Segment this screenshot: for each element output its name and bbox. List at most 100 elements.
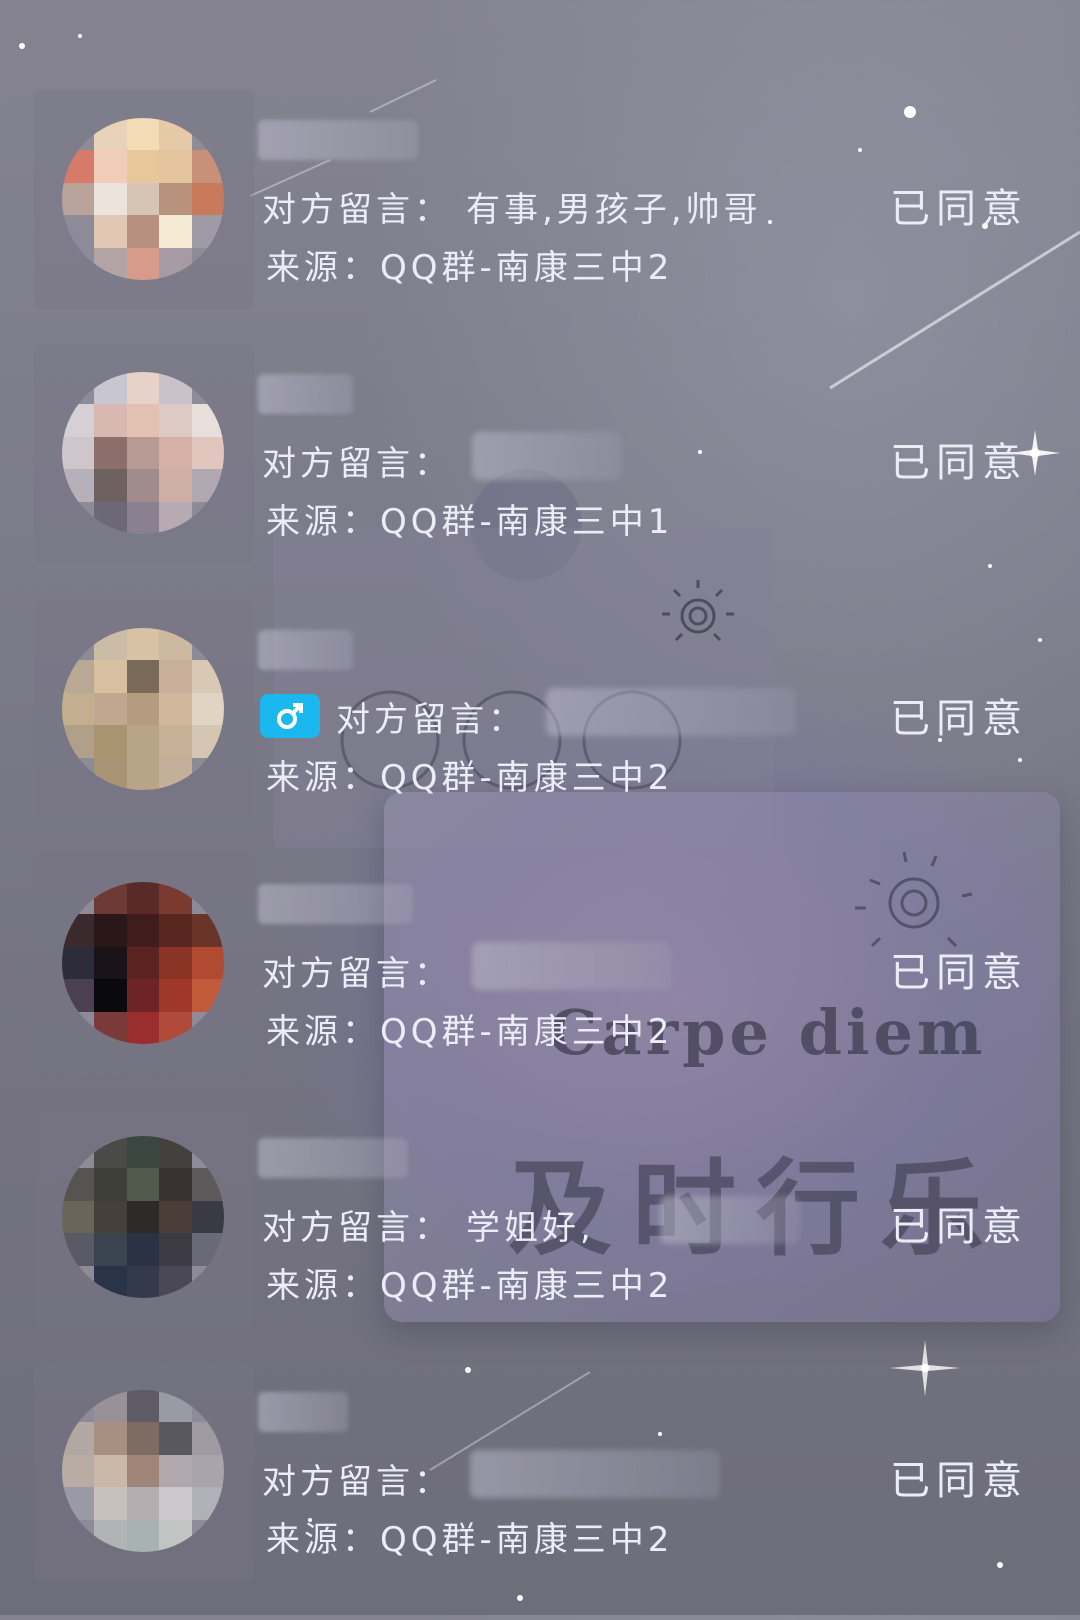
avatar-pixel bbox=[159, 1454, 192, 1488]
avatar[interactable] bbox=[62, 1136, 224, 1298]
nickname-redacted bbox=[258, 120, 418, 160]
message-line: 对方留言： bbox=[262, 946, 466, 995]
avatar-pixel bbox=[94, 725, 127, 758]
request-row[interactable]: 对方留言： 来源：QQ群-南康三中2 已同意 bbox=[0, 600, 1080, 858]
avatar[interactable] bbox=[62, 882, 224, 1044]
avatar-pixel bbox=[94, 914, 127, 947]
avatar[interactable] bbox=[62, 628, 224, 790]
avatar[interactable] bbox=[62, 372, 224, 534]
avatar-pixel bbox=[126, 660, 160, 693]
avatar-pixel bbox=[159, 469, 192, 502]
avatar-pixel bbox=[191, 436, 224, 470]
avatar-pixel bbox=[126, 1390, 160, 1423]
message-line: 对方留言： bbox=[262, 436, 466, 485]
avatar-pixel bbox=[94, 1233, 127, 1266]
request-row[interactable]: 对方留言： 来源：QQ群-南康三中2 已同意 bbox=[0, 854, 1080, 1112]
avatar-pixel bbox=[191, 1454, 224, 1488]
avatar-pixel bbox=[159, 182, 192, 216]
avatar-pixel bbox=[159, 1200, 192, 1234]
avatar-pixel bbox=[94, 946, 127, 980]
avatar-pixel bbox=[126, 1487, 160, 1520]
avatar-pixel bbox=[126, 1200, 160, 1234]
avatar[interactable] bbox=[62, 1390, 224, 1552]
avatar-pixel bbox=[191, 692, 224, 726]
status-agreed-label: 已同意 bbox=[890, 950, 1028, 996]
avatar-pixel bbox=[126, 404, 160, 437]
avatar-pixel bbox=[62, 946, 95, 980]
avatar-pixel bbox=[126, 247, 160, 280]
nickname-redacted bbox=[258, 1392, 348, 1432]
avatar-pixel bbox=[126, 150, 160, 183]
avatar-pixel bbox=[126, 946, 160, 980]
source-line: 来源：QQ群-南康三中2 bbox=[266, 1266, 674, 1306]
status-agreed-label: 已同意 bbox=[890, 696, 1028, 742]
nickname-redacted bbox=[258, 630, 353, 670]
avatar-pixel bbox=[126, 725, 160, 758]
request-row[interactable]: 对方留言： 有事,男孩子,帅哥 来源：QQ群-南康三中2 已同意 bbox=[0, 90, 1080, 348]
avatar-pixel bbox=[126, 469, 160, 502]
avatar-pixel bbox=[126, 1454, 160, 1488]
avatar-pixel bbox=[191, 946, 224, 980]
avatar-pixel bbox=[126, 182, 160, 216]
avatar-pixel bbox=[159, 1487, 192, 1520]
source-line: 来源：QQ群-南康三中2 bbox=[266, 1012, 674, 1052]
message-redacted bbox=[472, 942, 672, 990]
avatar-pixel bbox=[159, 946, 192, 980]
avatar-pixel bbox=[159, 1233, 192, 1266]
message-label: 对方留言： bbox=[262, 1462, 452, 1502]
request-row[interactable]: 对方留言： 来源：QQ群-南康三中2 已同意 bbox=[0, 1362, 1080, 1620]
avatar-pixel bbox=[191, 182, 224, 216]
message-label: 对方留言： bbox=[336, 700, 526, 740]
avatar-pixel bbox=[94, 1422, 127, 1455]
request-row[interactable]: 对方留言： 来源：QQ群-南康三中1 已同意 bbox=[0, 344, 1080, 602]
message-line: 对方留言： 学姐好, bbox=[262, 1200, 595, 1249]
avatar-pixel bbox=[62, 436, 95, 470]
message-redacted bbox=[472, 432, 622, 480]
nickname-redacted bbox=[258, 1138, 408, 1178]
status-agreed-label: 已同意 bbox=[890, 1458, 1028, 1504]
avatar-pixel bbox=[62, 1200, 95, 1234]
avatar-pixel bbox=[62, 692, 95, 726]
avatar-pixel bbox=[126, 1422, 160, 1455]
avatar-pixel bbox=[159, 914, 192, 947]
message-text: 有事,男孩子,帅哥 bbox=[466, 190, 762, 230]
avatar-pixel bbox=[126, 692, 160, 726]
request-row[interactable]: 对方留言： 学姐好, 来源：QQ群-南康三中2 已同意 bbox=[0, 1108, 1080, 1366]
avatar-pixel bbox=[159, 692, 192, 726]
message-redacted bbox=[546, 688, 796, 736]
avatar-pixel bbox=[126, 1265, 160, 1298]
avatar-pixel bbox=[126, 882, 160, 915]
message-label: 对方留言： bbox=[262, 444, 452, 484]
avatar-pixel bbox=[94, 436, 127, 470]
avatar-pixel bbox=[94, 1454, 127, 1488]
avatar-pixel bbox=[94, 182, 127, 216]
message-label: 对方留言： bbox=[262, 1208, 452, 1248]
male-icon bbox=[260, 694, 320, 738]
avatar-pixel bbox=[62, 182, 95, 216]
avatar[interactable] bbox=[62, 118, 224, 280]
avatar-pixel bbox=[126, 1011, 160, 1044]
avatar-pixel bbox=[159, 725, 192, 758]
avatar-pixel bbox=[126, 1233, 160, 1266]
avatar-pixel bbox=[159, 660, 192, 693]
status-agreed-label: 已同意 bbox=[890, 186, 1028, 232]
avatar-pixel bbox=[126, 1519, 160, 1552]
source-line: 来源：QQ群-南康三中1 bbox=[266, 502, 674, 542]
avatar-pixel bbox=[126, 118, 160, 151]
avatar-pixel bbox=[126, 215, 160, 248]
avatar-pixel bbox=[94, 1168, 127, 1201]
message-text: 学姐好, bbox=[466, 1208, 595, 1248]
avatar-pixel bbox=[94, 469, 127, 502]
status-agreed-label: 已同意 bbox=[890, 440, 1028, 486]
message-redacted bbox=[470, 1450, 720, 1498]
avatar-pixel bbox=[126, 628, 160, 661]
avatar-pixel bbox=[94, 1200, 127, 1234]
avatar-pixel bbox=[94, 215, 127, 248]
avatar-pixel bbox=[62, 1454, 95, 1488]
avatar-pixel bbox=[126, 372, 160, 405]
status-agreed-label: 已同意 bbox=[890, 1204, 1028, 1250]
avatar-pixel bbox=[191, 1200, 224, 1234]
nickname-redacted bbox=[258, 374, 353, 414]
nickname-redacted bbox=[258, 884, 413, 924]
avatar-pixel bbox=[159, 436, 192, 470]
